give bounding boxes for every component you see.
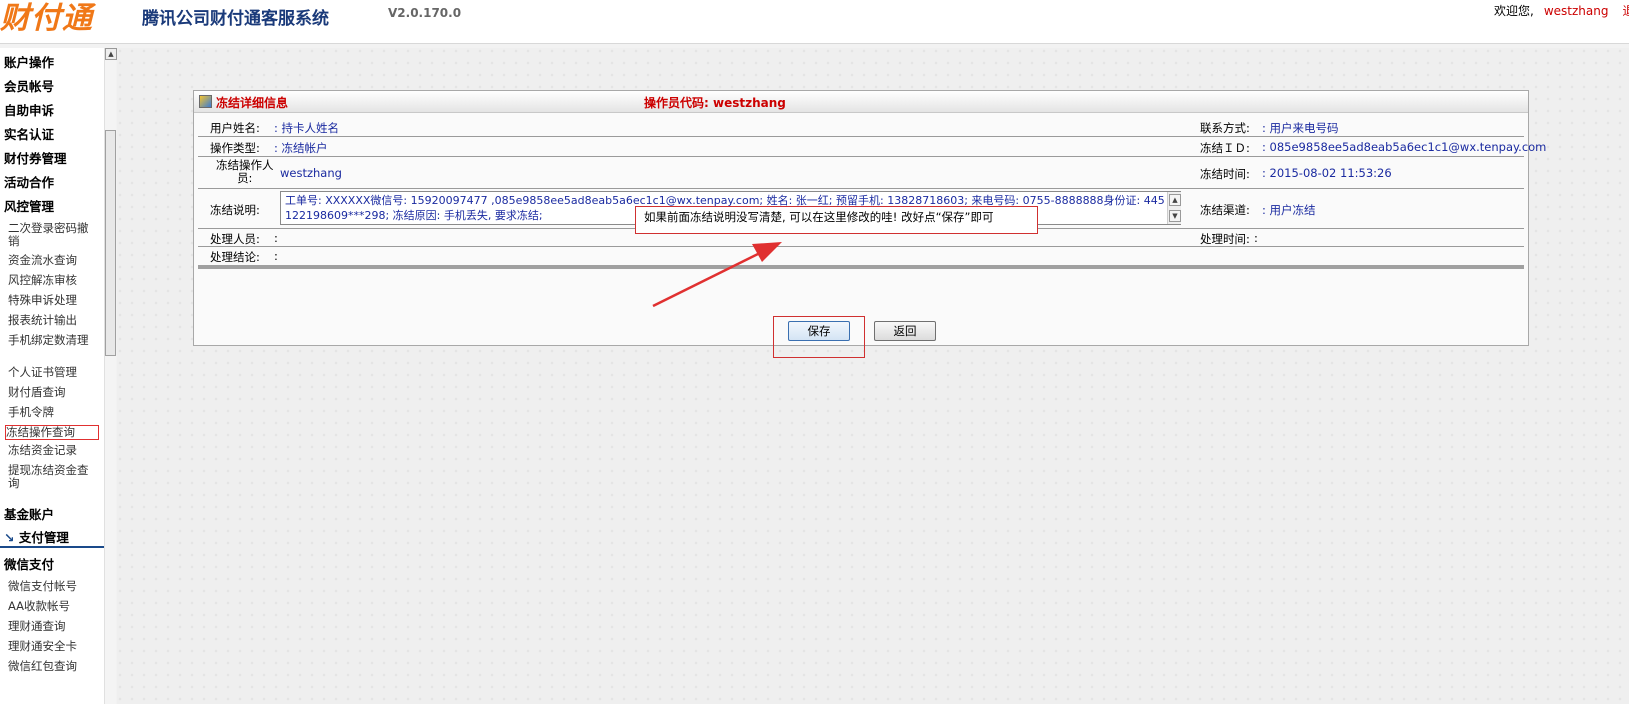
back-button[interactable]: 返回: [874, 321, 936, 341]
row-freeze-operator: 冻结操作人 员: westzhang 冻结时间: : 2015-08-02 11…: [198, 157, 1524, 189]
sidebar-pay-label: 支付管理: [18, 530, 69, 545]
sidebar-item-aa-account[interactable]: AA收款帐号: [8, 600, 98, 613]
sidebar-item-withdraw-freeze[interactable]: 提现冻结资金查询: [8, 464, 98, 490]
welcome-area: 欢迎您, westzhang 退: [1494, 2, 1629, 19]
freeze-id-label: 冻结ＩＤ:: [1200, 141, 1250, 155]
save-button[interactable]: 保存: [788, 321, 850, 341]
textarea-scrollbar[interactable]: ▲ ▼: [1167, 192, 1181, 224]
freeze-operator-value: westzhang: [280, 166, 342, 180]
handle-time-label: 处理时间:: [1200, 232, 1250, 246]
sidebar: 账户操作 会员帐号 自助申诉 实名认证 财付券管理 活动合作 风控管理 二次登录…: [0, 48, 104, 704]
freeze-time-label: 冻结时间:: [1200, 167, 1250, 181]
scroll-up-arrow-icon[interactable]: ▲: [105, 48, 117, 60]
operator-code-value: westzhang: [713, 96, 786, 110]
sidebar-section-account-ops[interactable]: 账户操作: [4, 52, 54, 71]
version-label: V2.0.170.0: [388, 6, 462, 20]
scroll-down-arrow-icon[interactable]: ▼: [1169, 210, 1181, 222]
header-bar: 财付通 腾讯公司财付通客服系统 V2.0.170.0 欢迎您, westzhang…: [0, 0, 1629, 44]
panel-title: 冻结详细信息: [216, 96, 289, 110]
sidebar-item-special-appeal[interactable]: 特殊申诉处理: [8, 294, 98, 307]
panel-divider: [198, 265, 1524, 269]
row-username: 用户姓名: : 持卡人姓名 联系方式: : 用户来电号码: [198, 117, 1524, 137]
freeze-id-value: : 085e9858ee5ad8eab5a6ec1c1@wx.tenpay.co…: [1262, 140, 1547, 154]
sidebar-item-freeze-funds[interactable]: 冻结资金记录: [8, 444, 98, 457]
sidebar-item-phone-token[interactable]: 手机令牌: [8, 406, 98, 419]
sidebar-section-campaign[interactable]: 活动合作: [4, 172, 54, 191]
contact-label: 联系方式:: [1200, 121, 1250, 135]
row-result: 处理结论: :: [198, 247, 1524, 265]
current-user: westzhang: [1543, 4, 1609, 18]
sidebar-item-wechat-account[interactable]: 微信支付帐号: [8, 580, 98, 593]
operator-code: 操作员代码: westzhang: [644, 94, 786, 111]
panel-title-icon: [199, 95, 212, 108]
scroll-up-arrow-icon[interactable]: ▲: [1169, 194, 1181, 206]
freeze-operator-label: 冻结操作人 员:: [216, 159, 274, 185]
main-content: 冻结详细信息 操作员代码: westzhang 用户姓名: : 持卡人姓名 联系…: [117, 48, 1629, 704]
sidebar-scrollbar[interactable]: ▲: [104, 48, 117, 704]
operator-code-label: 操作员代码:: [644, 96, 709, 110]
sidebar-section-pay-management[interactable]: ↘ 支付管理: [0, 530, 104, 548]
sidebar-section-fund-account[interactable]: 基金账户: [4, 504, 54, 523]
sidebar-item-licaitong-query[interactable]: 理财通查询: [8, 620, 98, 633]
result-value: :: [274, 249, 278, 263]
sidebar-item-report-export[interactable]: 报表统计输出: [8, 314, 98, 327]
tenpay-logo: 财付通: [0, 1, 93, 36]
system-title: 腾讯公司财付通客服系统: [142, 9, 329, 29]
annotation-note: 如果前面冻结说明没写清楚, 可以在这里修改的哇! 改好点“保存”即可: [635, 206, 1038, 234]
channel-label: 冻结渠道:: [1200, 203, 1250, 217]
channel-value: : 用户冻结: [1262, 203, 1316, 217]
row-optype: 操作类型: : 冻结帐户 冻结ＩＤ: : 085e9858ee5ad8eab5a…: [198, 137, 1546, 157]
username-value: : 持卡人姓名: [274, 121, 340, 135]
sidebar-item-freeze-query[interactable]: 冻结操作查询: [5, 425, 99, 440]
sidebar-item-revoke-password[interactable]: 二次登录密码撤销: [8, 222, 98, 248]
welcome-label: 欢迎您,: [1494, 4, 1534, 18]
annotation-note-text: 如果前面冻结说明没写清楚, 可以在这里修改的哇! 改好点“保存”即可: [644, 210, 994, 224]
sidebar-section-self-appeal[interactable]: 自助申诉: [4, 100, 54, 119]
desc-label: 冻结说明:: [210, 203, 260, 217]
sidebar-item-cert-manage[interactable]: 个人证书管理: [8, 366, 98, 379]
expand-arrow-icon: ↘: [4, 530, 15, 545]
freeze-time-value: : 2015-08-02 11:53:26: [1262, 166, 1392, 180]
sidebar-section-wechat-pay[interactable]: 微信支付: [4, 554, 54, 573]
username-label: 用户姓名:: [210, 121, 260, 135]
result-label: 处理结论:: [210, 250, 260, 264]
sidebar-item-phone-binding[interactable]: 手机绑定数清理: [8, 334, 98, 347]
handler-label: 处理人员:: [210, 232, 260, 246]
sidebar-item-red-packet[interactable]: 微信红包查询: [8, 660, 98, 673]
handle-time-value: :: [1254, 231, 1258, 245]
optype-value: : 冻结帐户: [274, 141, 328, 155]
sidebar-item-shield-query[interactable]: 财付盾查询: [8, 386, 98, 399]
sidebar-scroll-thumb[interactable]: [105, 130, 116, 356]
logout-link[interactable]: 退: [1622, 4, 1629, 18]
freeze-detail-panel: 冻结详细信息 操作员代码: westzhang 用户姓名: : 持卡人姓名 联系…: [193, 90, 1546, 358]
sidebar-section-realname[interactable]: 实名认证: [4, 124, 54, 143]
sidebar-item-licaitong-card[interactable]: 理财通安全卡: [8, 640, 98, 653]
panel-header: 冻结详细信息 操作员代码: westzhang: [194, 91, 1528, 113]
contact-value: : 用户来电号码: [1262, 121, 1339, 135]
sidebar-item-fund-flow[interactable]: 资金流水查询: [8, 254, 98, 267]
sidebar-section-voucher[interactable]: 财付券管理: [4, 148, 67, 167]
optype-label: 操作类型:: [210, 141, 260, 155]
sidebar-item-risk-unfreeze[interactable]: 风控解冻审核: [8, 274, 98, 287]
handler-value: :: [274, 231, 278, 245]
sidebar-section-risk[interactable]: 风控管理: [4, 196, 54, 215]
sidebar-section-member-account[interactable]: 会员帐号: [4, 76, 54, 95]
freeze-operator-label-line2: 员:: [237, 171, 253, 185]
